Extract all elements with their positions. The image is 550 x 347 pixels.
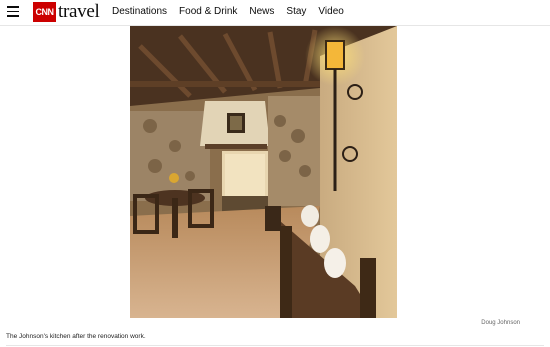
hamburger-menu-icon[interactable] — [7, 6, 19, 17]
nav-item-news[interactable]: News — [249, 6, 274, 17]
nav-item-destinations[interactable]: Destinations — [112, 6, 167, 17]
nav-item-stay[interactable]: Stay — [286, 6, 306, 17]
article-photo — [130, 26, 397, 318]
nav-item-video[interactable]: Video — [318, 6, 343, 17]
photo-credit: Doug Johnson — [481, 320, 520, 326]
main-nav: Destinations Food & Drink News Stay Vide… — [112, 6, 356, 17]
section-logo-travel[interactable]: travel — [58, 1, 100, 23]
top-navigation-bar: CNN travel Destinations Food & Drink New… — [0, 0, 550, 26]
photo-caption: The Johnson's kitchen after the renovati… — [6, 333, 146, 340]
cnn-logo[interactable]: CNN — [33, 2, 56, 22]
kitchen-photo-illustration — [130, 26, 397, 318]
divider — [6, 345, 544, 346]
nav-item-food-drink[interactable]: Food & Drink — [179, 6, 237, 17]
